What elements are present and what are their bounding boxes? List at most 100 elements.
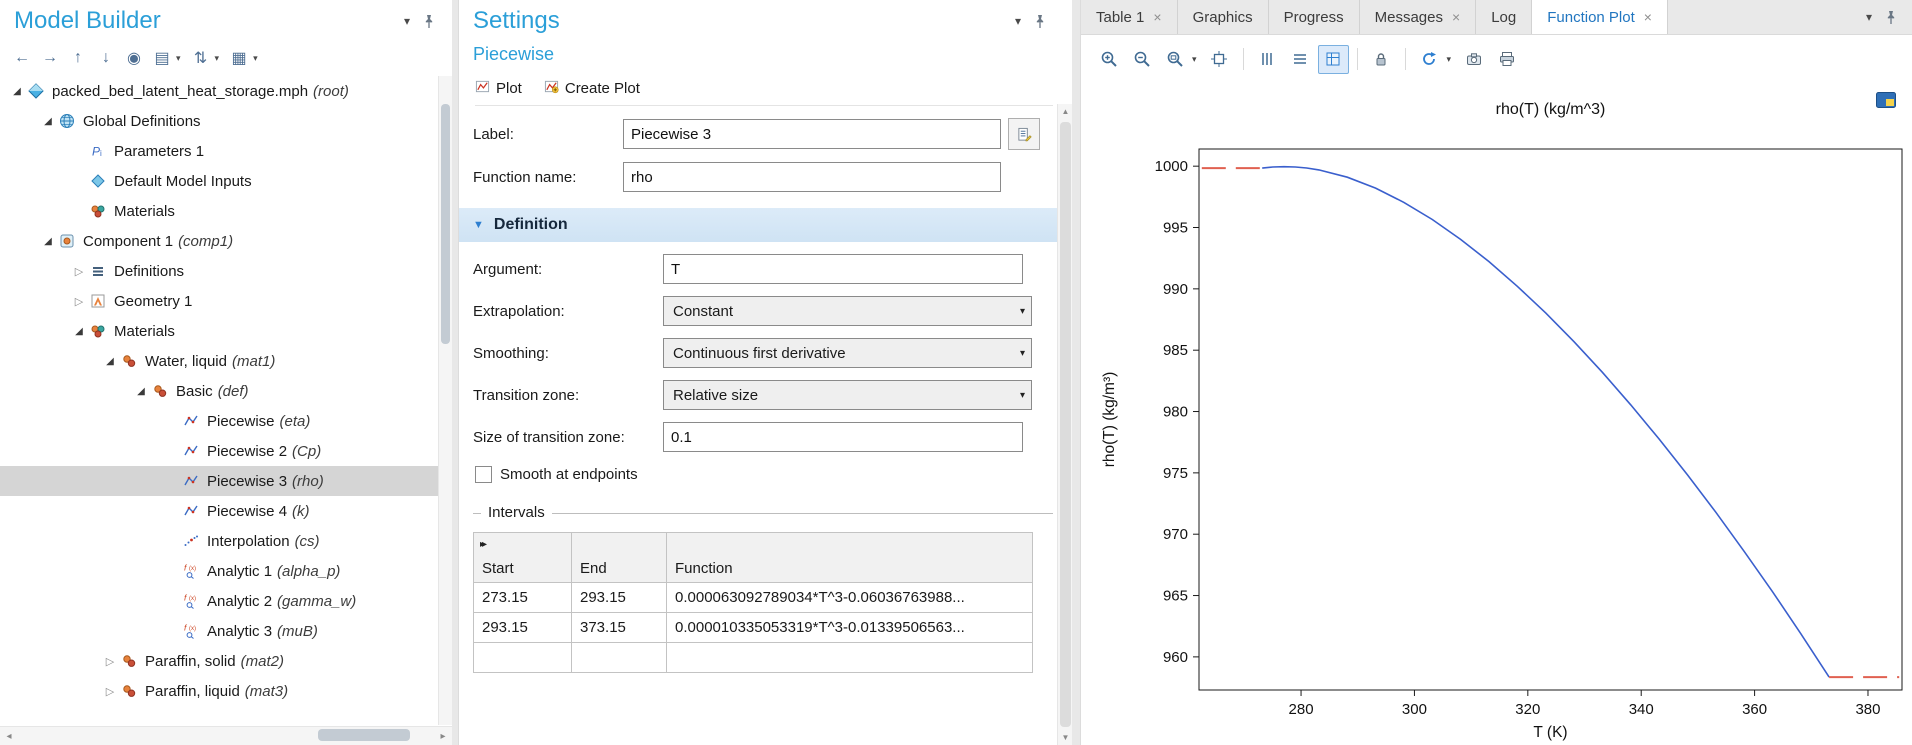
plot-frame-icon[interactable] (1318, 45, 1349, 74)
interval-row-empty[interactable] (474, 643, 1033, 673)
rename-label-button[interactable] (1008, 118, 1040, 150)
interval-row-2[interactable]: 293.15373.150.000010335053319*T^3-0.0133… (474, 613, 1033, 643)
interval-cell[interactable]: 0.000063092789034*T^3-0.06036763988... (667, 583, 1033, 613)
model-tree-sort-icon[interactable]: ⇅ (189, 46, 213, 70)
axis-limits-icon[interactable] (1252, 45, 1283, 74)
refresh-plot-icon[interactable] (1414, 45, 1445, 74)
tab-close-icon[interactable]: × (1644, 9, 1652, 25)
pin-icon[interactable] (422, 14, 436, 29)
tree-item-basic[interactable]: ◢Basic(def) (0, 376, 438, 406)
scroll-up-icon[interactable]: ▲ (1058, 107, 1073, 116)
pin-icon[interactable] (1884, 10, 1898, 25)
tab-function-plot[interactable]: Function Plot× (1532, 0, 1668, 34)
tree-item-piecewise-2[interactable]: Piecewise 2(Cp) (0, 436, 438, 466)
pin-icon[interactable] (1033, 14, 1047, 29)
interval-cell[interactable]: 293.15 (474, 613, 572, 643)
tree-item-interpolation[interactable]: Interpolation(cs) (0, 526, 438, 556)
tab-messages[interactable]: Messages× (1360, 0, 1477, 34)
chevron-down-icon[interactable]: ▾ (215, 53, 220, 64)
tree-item-piecewise-3[interactable]: Piecewise 3(rho) (0, 466, 438, 496)
tab-close-icon[interactable]: × (1452, 9, 1460, 25)
tree-item-geometry-1[interactable]: ▷Geometry 1 (0, 286, 438, 316)
collapse-all-icon[interactable]: ▤ (150, 46, 174, 70)
smooth-at-endpoints-checkbox[interactable] (475, 466, 492, 483)
plot-button[interactable]: Plot (475, 79, 522, 98)
scrollbar-track[interactable] (18, 727, 434, 745)
interval-cell[interactable] (667, 643, 1033, 673)
interval-cell[interactable]: 293.15 (572, 583, 667, 613)
tree-item-materials[interactable]: ◢Materials (0, 316, 438, 346)
scroll-right-icon[interactable]: ▸ (434, 731, 452, 742)
chevron-down-icon[interactable]: ▾ (176, 53, 181, 64)
tree-item-piecewise-4[interactable]: Piecewise 4(k) (0, 496, 438, 526)
tree-item-default-model-inputs[interactable]: Default Model Inputs (0, 166, 438, 196)
tab-table-1[interactable]: Table 1× (1081, 0, 1178, 34)
tree-item-analytic-1[interactable]: f(x)Analytic 1(alpha_p) (0, 556, 438, 586)
transition-size-input[interactable] (663, 422, 1023, 452)
chevron-down-icon[interactable]: ▾ (1192, 54, 1197, 65)
scroll-down-icon[interactable]: ▼ (1058, 733, 1073, 742)
scrollbar-thumb[interactable] (441, 104, 450, 344)
interval-cell[interactable] (474, 643, 572, 673)
tree-item-paraffin-solid[interactable]: ▷Paraffin, solid(mat2) (0, 646, 438, 676)
tree-collapsed-icon[interactable]: ▷ (70, 295, 88, 308)
settings-vertical-scrollbar[interactable]: ▲ ▼ (1057, 104, 1073, 745)
tree-expanded-icon[interactable]: ◢ (101, 356, 119, 367)
create-plot-button[interactable]: Create Plot (544, 79, 640, 98)
interval-row-1[interactable]: 273.15293.150.000063092789034*T^3-0.0603… (474, 583, 1033, 613)
menu-chevron-icon[interactable]: ▾ (1015, 14, 1021, 28)
menu-chevron-icon[interactable]: ▾ (404, 14, 410, 28)
tree-expanded-icon[interactable]: ◢ (39, 236, 57, 247)
zoom-box-icon[interactable] (1159, 45, 1190, 74)
zoom-out-icon[interactable] (1126, 45, 1157, 74)
plot-canvas[interactable]: rho(T) (kg/m^3)2803003203403603809609659… (1081, 82, 1912, 745)
extrapolation-select[interactable]: Constant ▾ (663, 296, 1032, 326)
model-builder-vertical-scrollbar[interactable] (438, 76, 452, 725)
transition-zone-select[interactable]: Relative size ▾ (663, 380, 1032, 410)
smoothing-select[interactable]: Continuous first derivative ▾ (663, 338, 1032, 368)
tree-item-definitions[interactable]: ▷Definitions (0, 256, 438, 286)
tree-expanded-icon[interactable]: ◢ (70, 326, 88, 337)
forward-icon[interactable]: → (38, 46, 62, 70)
chevron-down-icon[interactable]: ▾ (1447, 54, 1452, 65)
panel-splitter[interactable] (1072, 0, 1080, 745)
tab-graphics[interactable]: Graphics (1178, 0, 1269, 34)
tree-item-paraffin-liquid[interactable]: ▷Paraffin, liquid(mat3) (0, 676, 438, 706)
zoom-extents-icon[interactable] (1204, 45, 1235, 74)
scrollbar-thumb[interactable] (318, 729, 410, 741)
move-up-icon[interactable]: ↑ (66, 46, 90, 70)
plot-window-icon[interactable] (1876, 92, 1896, 113)
tree-item-global-definitions[interactable]: ◢Global Definitions (0, 106, 438, 136)
function-name-input[interactable] (623, 162, 1001, 192)
tab-close-icon[interactable]: × (1153, 9, 1161, 25)
interval-cell[interactable]: 273.15 (474, 583, 572, 613)
tree-expanded-icon[interactable]: ◢ (8, 86, 26, 97)
print-icon[interactable] (1491, 45, 1522, 74)
definition-section-header[interactable]: ▼ Definition (459, 208, 1073, 242)
tree-expanded-icon[interactable]: ◢ (132, 386, 150, 397)
tree-columns-icon[interactable]: ▦ (227, 46, 251, 70)
grid-lines-icon[interactable] (1285, 45, 1316, 74)
tree-collapsed-icon[interactable]: ▷ (70, 265, 88, 278)
tree-item-analytic-2[interactable]: f(x)Analytic 2(gamma_w) (0, 586, 438, 616)
tree-collapsed-icon[interactable]: ▷ (101, 655, 119, 668)
menu-chevron-icon[interactable]: ▾ (1866, 10, 1872, 24)
tree-item-water-liquid[interactable]: ◢Water, liquid(mat1) (0, 346, 438, 376)
tree-collapsed-icon[interactable]: ▷ (101, 685, 119, 698)
move-down-icon[interactable]: ↓ (94, 46, 118, 70)
tab-log[interactable]: Log (1476, 0, 1532, 34)
interval-cell[interactable]: 373.15 (572, 613, 667, 643)
tree-item-packed-bed-latent-heat-storage-mph[interactable]: ◢packed_bed_latent_heat_storage.mph(root… (0, 76, 438, 106)
lock-axes-icon[interactable] (1366, 45, 1397, 74)
zoom-in-icon[interactable] (1093, 45, 1124, 74)
model-builder-horizontal-scrollbar[interactable]: ◂ ▸ (0, 726, 452, 745)
tree-item-parameters-1[interactable]: PiParameters 1 (0, 136, 438, 166)
tree-item-analytic-3[interactable]: f(x)Analytic 3(muB) (0, 616, 438, 646)
chevron-down-icon[interactable]: ▾ (253, 53, 258, 64)
tree-item-piecewise[interactable]: Piecewise(eta) (0, 406, 438, 436)
tree-item-component-1[interactable]: ◢Component 1(comp1) (0, 226, 438, 256)
show-icon[interactable]: ◉ (122, 46, 146, 70)
tree-item-materials[interactable]: Materials (0, 196, 438, 226)
tab-progress[interactable]: Progress (1269, 0, 1360, 34)
interval-cell[interactable] (572, 643, 667, 673)
